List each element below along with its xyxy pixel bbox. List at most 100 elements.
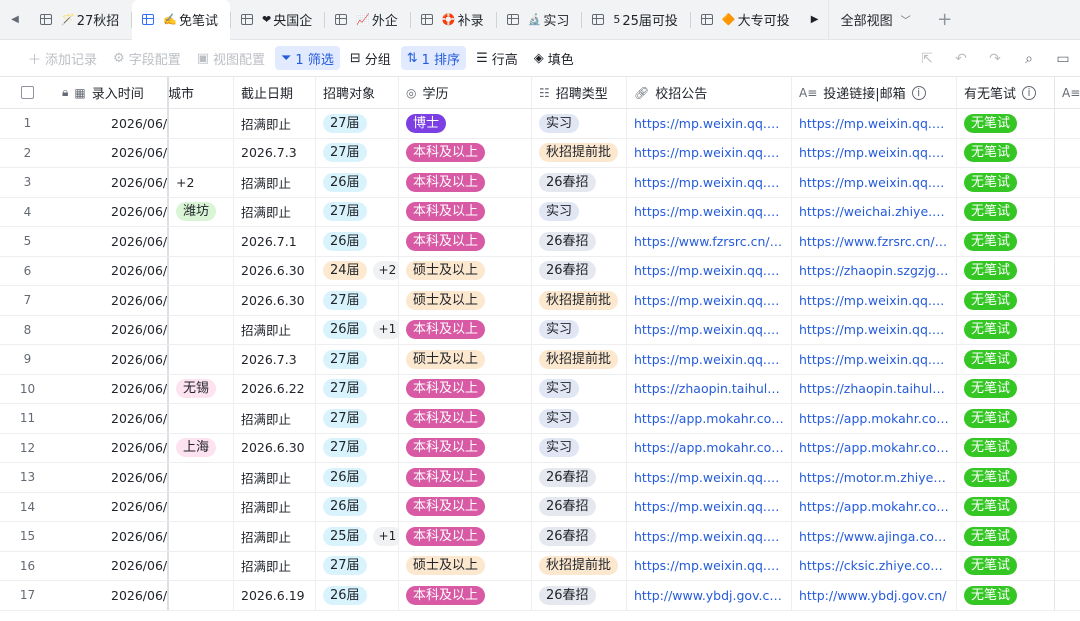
next-column-cell[interactable] xyxy=(1055,522,1080,551)
fill-color-button[interactable]: ◈ 填色 xyxy=(528,46,580,70)
next-column-cell[interactable] xyxy=(1055,227,1080,256)
recruit-type-cell[interactable]: 实习 xyxy=(532,404,627,433)
written-test-cell[interactable]: 无笔试 xyxy=(957,581,1055,610)
target-cell[interactable]: 27届 xyxy=(316,138,399,167)
deadline-cell[interactable]: 招满即止 xyxy=(234,109,316,138)
apply-link[interactable]: https://mp.weixin.qq.co... xyxy=(799,322,949,337)
col-education[interactable]: ◎ 学历 xyxy=(399,77,532,108)
deadline-cell[interactable]: 2026.6.30 xyxy=(234,256,316,285)
target-cell[interactable]: 26届 xyxy=(316,168,399,197)
target-cell[interactable]: 27届 xyxy=(316,109,399,138)
recruit-type-cell[interactable]: 秋招提前批 xyxy=(532,286,627,315)
city-cell[interactable] xyxy=(169,345,234,374)
written-test-cell[interactable]: 无笔试 xyxy=(957,138,1055,167)
recruit-type-cell[interactable]: 26春招 xyxy=(532,463,627,492)
notice-link[interactable]: https://app.mokahr.com... xyxy=(634,411,784,426)
col-next-partial[interactable]: A≡ xyxy=(1055,77,1080,108)
written-test-cell[interactable]: 无笔试 xyxy=(957,168,1055,197)
undo-icon[interactable]: ↶ xyxy=(944,51,978,67)
notice-link[interactable]: https://mp.weixin.qq.co... xyxy=(634,499,784,514)
city-cell[interactable] xyxy=(169,315,234,344)
city-cell[interactable] xyxy=(169,492,234,521)
next-column-cell[interactable] xyxy=(1055,463,1080,492)
notice-cell[interactable]: http://www.ybdj.gov.cn/... xyxy=(627,581,792,610)
written-test-cell[interactable]: 无笔试 xyxy=(957,197,1055,226)
apply-link-cell[interactable]: https://motor.m.zhiye.c... xyxy=(792,463,957,492)
col-city[interactable]: 城市 xyxy=(169,77,234,108)
notice-cell[interactable]: https://mp.weixin.qq.co... xyxy=(627,256,792,285)
recruit-type-cell[interactable]: 实习 xyxy=(532,374,627,403)
apply-link-cell[interactable]: https://mp.weixin.qq.co... xyxy=(792,345,957,374)
notice-link[interactable]: https://mp.weixin.qq.co... xyxy=(634,145,784,160)
next-column-cell[interactable] xyxy=(1055,404,1080,433)
target-cell[interactable]: 27届 xyxy=(316,286,399,315)
add-record-button[interactable]: ＋ 添加记录 xyxy=(22,46,103,70)
apply-link[interactable]: https://zhaopin.szgzjg.c... xyxy=(799,263,949,278)
col-target[interactable]: 招聘对象 xyxy=(316,77,399,108)
notice-link[interactable]: https://zhaopin.taihulab... xyxy=(634,381,784,396)
entry-time-cell[interactable]: 2026/06/19 xyxy=(55,286,169,315)
apply-link[interactable]: https://weichai.zhiye.co... xyxy=(799,204,949,219)
tab-scroll-right-icon[interactable]: ▶ xyxy=(802,14,828,25)
education-cell[interactable]: 硕士及以上 xyxy=(399,256,532,285)
table-row[interactable]: 5 2026/06/26 2026.7.1 26届 本科及以上 26春招 https://w… xyxy=(0,227,1080,257)
field-config-button[interactable]: ⚙ 字段配置 xyxy=(107,46,187,70)
notice-link[interactable]: https://mp.weixin.qq.co... xyxy=(634,558,784,573)
recruit-type-cell[interactable]: 实习 xyxy=(532,109,627,138)
recruit-type-cell[interactable]: 26春招 xyxy=(532,256,627,285)
apply-link-cell[interactable]: https://weichai.zhiye.co... xyxy=(792,197,957,226)
table-row[interactable]: 15 2026/06/15 招满即止 25届+1 本科及以上 26春招 https://mp… xyxy=(0,522,1080,552)
next-column-cell[interactable] xyxy=(1055,581,1080,610)
city-cell[interactable]: +2 xyxy=(169,168,234,197)
table-row[interactable]: 6 2026/06/21 2026.6.30 24届+2 硕士及以上 26春招 https:… xyxy=(0,256,1080,286)
row-number-cell[interactable]: 16 xyxy=(0,552,55,581)
notice-cell[interactable]: https://www.fzrsrc.cn/n... xyxy=(627,227,792,256)
row-number-cell[interactable]: 1 xyxy=(0,109,55,138)
entry-time-cell[interactable]: 2026/06/12 xyxy=(55,551,169,580)
tab-7[interactable]: 5 25届可投 xyxy=(582,0,690,40)
apply-link-cell[interactable]: https://www.ajinga.com... xyxy=(792,522,957,551)
target-cell[interactable]: 26届 xyxy=(316,227,399,256)
deadline-cell[interactable]: 招满即止 xyxy=(234,522,316,551)
notice-link[interactable]: https://mp.weixin.qq.co... xyxy=(634,263,784,278)
apply-link[interactable]: https://mp.weixin.qq.co... xyxy=(799,145,949,160)
notice-link[interactable]: https://mp.weixin.qq.co... xyxy=(634,322,784,337)
target-cell[interactable]: 27届 xyxy=(316,345,399,374)
notice-cell[interactable]: https://mp.weixin.qq.co... xyxy=(627,522,792,551)
notice-cell[interactable]: https://mp.weixin.qq.co... xyxy=(627,197,792,226)
row-number-cell[interactable]: 2 xyxy=(0,139,55,168)
written-test-cell[interactable]: 无笔试 xyxy=(957,433,1055,462)
apply-link-cell[interactable]: https://app.mokahr.com... xyxy=(792,433,957,462)
view-config-button[interactable]: ▣ 视图配置 xyxy=(191,46,271,70)
target-cell[interactable]: 26届 xyxy=(316,581,399,610)
entry-time-cell[interactable]: 2026/06/18 xyxy=(55,315,169,344)
row-number-cell[interactable]: 17 xyxy=(0,581,55,610)
table-row[interactable]: 11 2026/06/17 招满即止 27届 本科及以上 实习 https://app.mo… xyxy=(0,404,1080,434)
education-cell[interactable]: 本科及以上 xyxy=(399,581,532,610)
tab-scroll-left-icon[interactable]: ◀ xyxy=(0,14,30,25)
apply-link-cell[interactable]: https://zhaopin.taihulab... xyxy=(792,374,957,403)
table-row[interactable]: 4 2026/06/26 潍坊 招满即止 27届 本科及以上 实习 https://mp.we… xyxy=(0,197,1080,227)
city-cell[interactable] xyxy=(169,256,234,285)
apply-link[interactable]: https://app.mokahr.com... xyxy=(799,440,949,455)
add-view-icon[interactable]: + xyxy=(923,9,967,30)
row-number-cell[interactable]: 7 xyxy=(0,286,55,315)
entry-time-cell[interactable]: 2026/06/26 xyxy=(55,227,169,256)
notice-cell[interactable]: https://mp.weixin.qq.co... xyxy=(627,345,792,374)
notice-link[interactable]: https://mp.weixin.qq.co... xyxy=(634,470,784,485)
recruit-type-cell[interactable]: 实习 xyxy=(532,315,627,344)
deadline-cell[interactable]: 招满即止 xyxy=(234,492,316,521)
education-cell[interactable]: 硕士及以上 xyxy=(399,286,532,315)
recruit-type-cell[interactable]: 秋招提前批 xyxy=(532,138,627,167)
education-cell[interactable]: 本科及以上 xyxy=(399,522,532,551)
recruit-type-cell[interactable]: 26春招 xyxy=(532,492,627,521)
filter-button[interactable]: ⏷ 1 筛选 xyxy=(275,46,340,70)
row-number-cell[interactable]: 10 xyxy=(0,375,55,404)
table-row[interactable]: 17 2026/06/11 2026.6.19 26届 本科及以上 26春招 http://… xyxy=(0,581,1080,611)
target-cell[interactable]: 24届 +2 xyxy=(316,256,399,285)
city-cell[interactable]: 无锡 xyxy=(169,374,234,403)
row-number-cell[interactable]: 8 xyxy=(0,316,55,345)
deadline-cell[interactable]: 招满即止 xyxy=(234,404,316,433)
next-column-cell[interactable] xyxy=(1055,316,1080,345)
target-cell[interactable]: 27届 xyxy=(316,433,399,462)
